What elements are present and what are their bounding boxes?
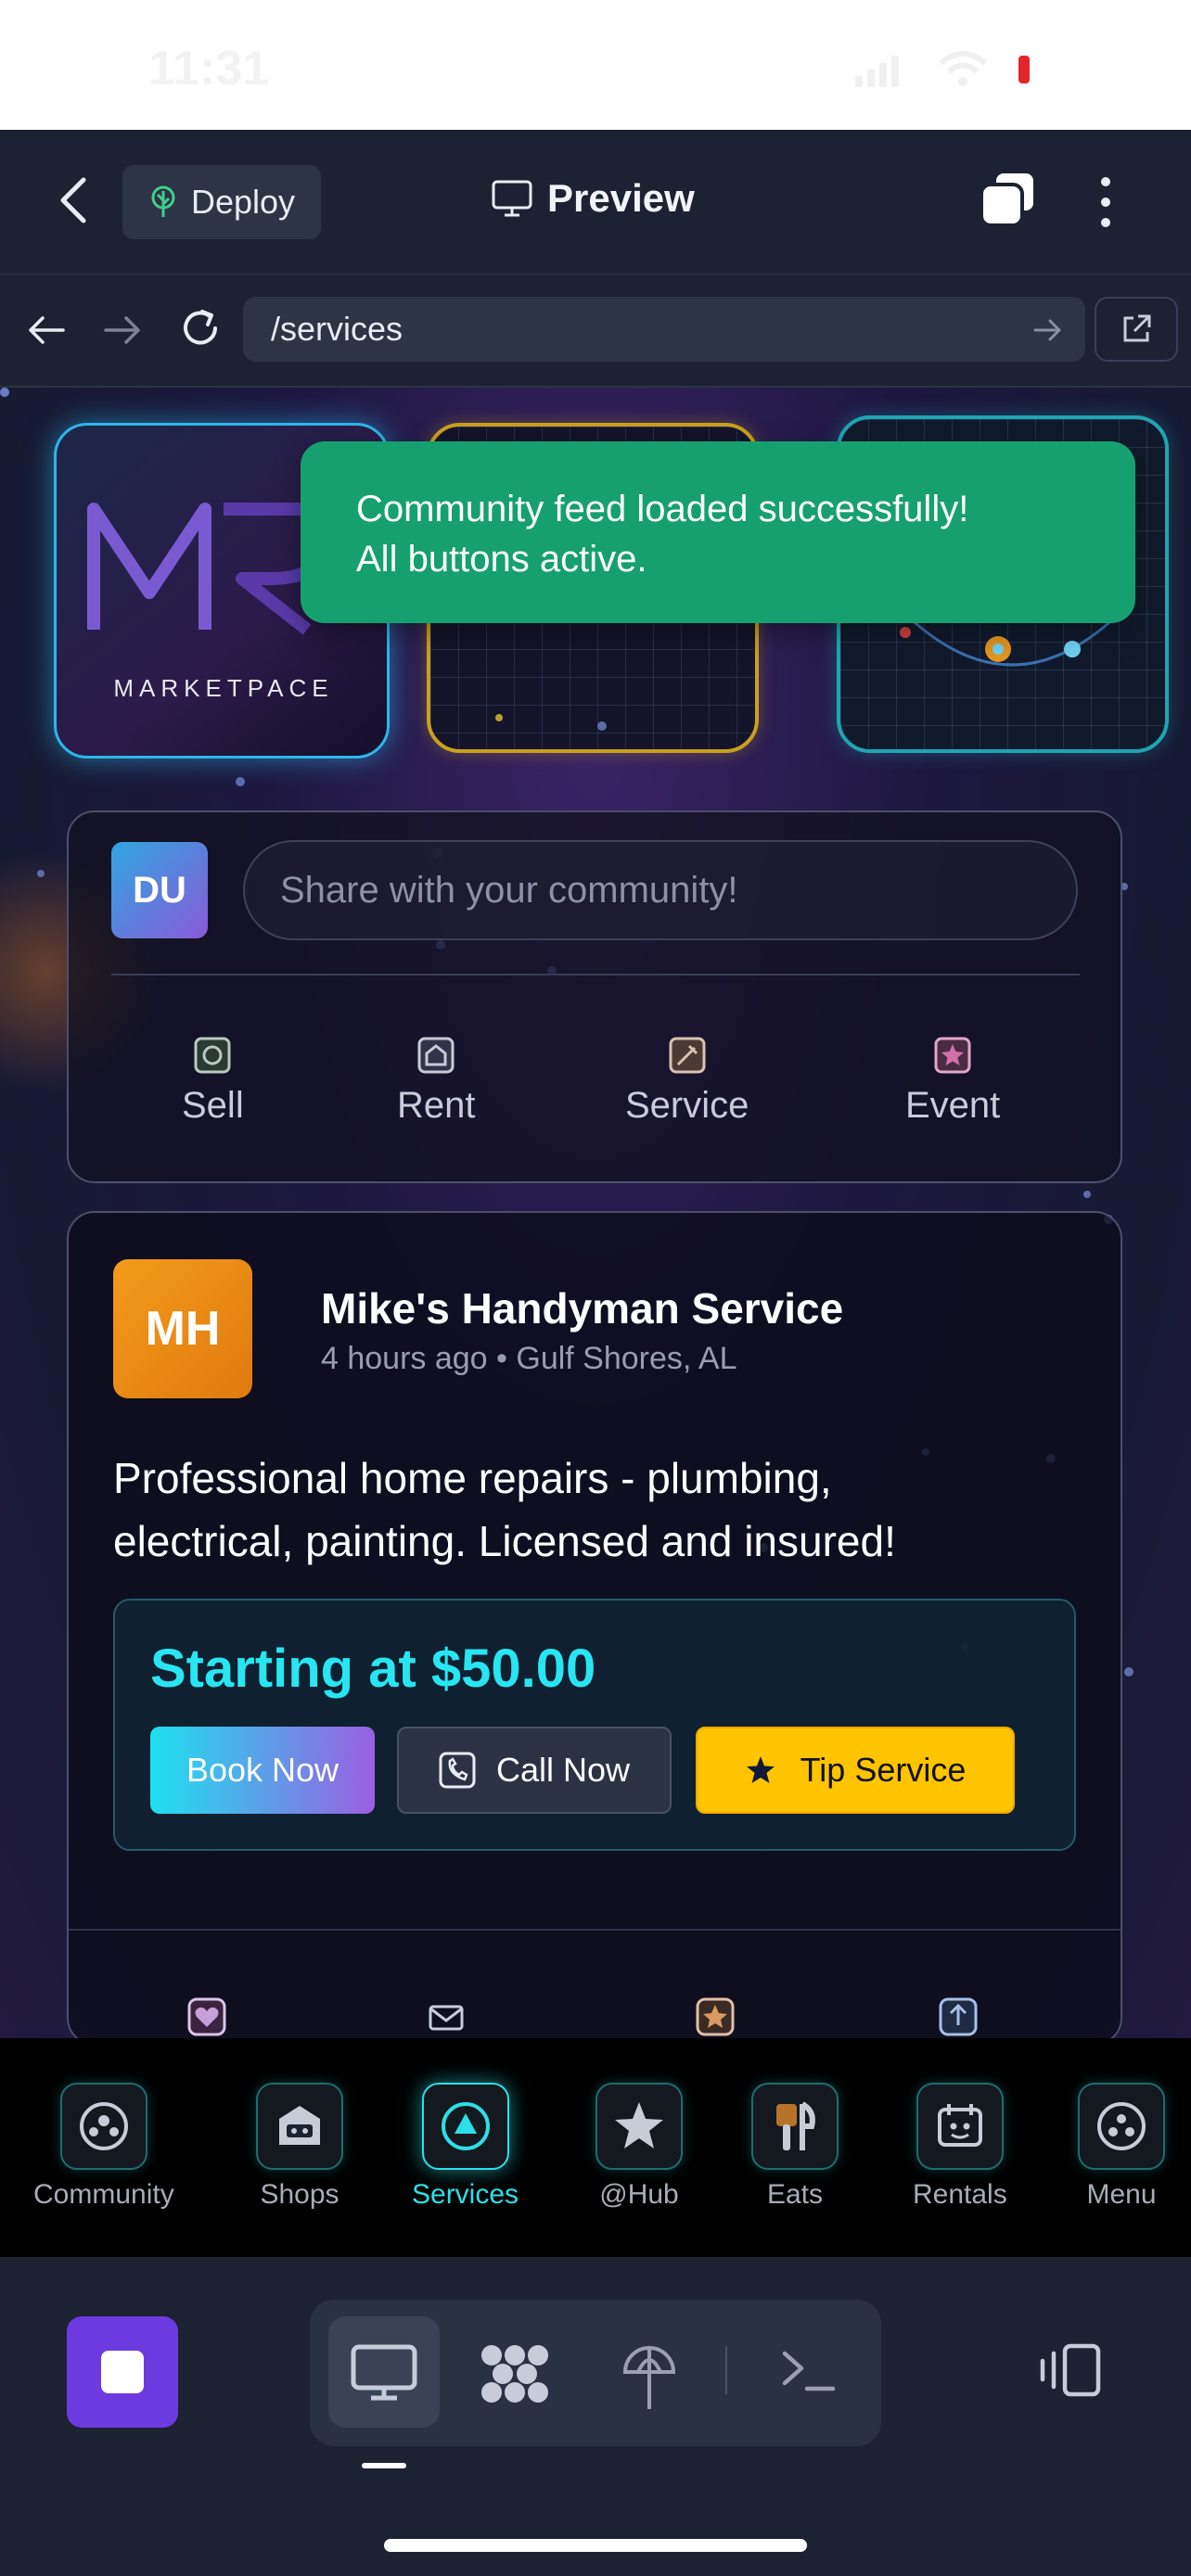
tools-icon: [669, 1037, 706, 1074]
tag-icon: [194, 1037, 231, 1074]
browser-forward-icon[interactable]: [102, 313, 143, 347]
tabs-stack-icon[interactable]: [980, 172, 1035, 227]
reload-icon[interactable]: [178, 306, 223, 351]
post-author-avatar[interactable]: MH: [113, 1259, 252, 1398]
wifi-icon: [939, 51, 987, 86]
action-event-button[interactable]: Event: [905, 1037, 1000, 1127]
open-external-button[interactable]: [1095, 297, 1178, 362]
url-input[interactable]: /services: [243, 297, 1085, 362]
tip-service-button[interactable]: Tip Service: [696, 1727, 1015, 1814]
heart-icon[interactable]: [187, 1997, 226, 2036]
tab-rentals-label: Rentals: [913, 2179, 1007, 2210]
star-icon: [934, 1037, 971, 1074]
action-sell-label: Sell: [182, 1085, 244, 1126]
deploy-tree-icon[interactable]: [620, 2339, 679, 2411]
compose-input[interactable]: Share with your community!: [243, 840, 1078, 940]
tab-community-label: Community: [33, 2179, 174, 2210]
post-body-line-1: Professional home repairs - plumbing,: [113, 1454, 832, 1502]
book-now-button[interactable]: Book Now: [150, 1727, 375, 1814]
menu-icon: [1097, 2102, 1146, 2150]
post-meta: 4 hours ago • Gulf Shores, AL: [321, 1341, 737, 1376]
battery-icon: [1018, 56, 1030, 83]
action-event-label: Event: [905, 1085, 1001, 1126]
phone-icon: [439, 1752, 476, 1789]
tab-eats[interactable]: Eats: [751, 2083, 839, 2211]
tab-community[interactable]: Community: [33, 2083, 174, 2211]
stop-button[interactable]: [67, 2316, 178, 2428]
more-options-icon[interactable]: [1095, 174, 1117, 230]
back-chevron-icon[interactable]: [56, 176, 93, 224]
tab-eats-label: Eats: [766, 2179, 824, 2210]
deploy-tree-icon: [151, 185, 175, 217]
preview-label: Preview: [547, 176, 695, 220]
call-now-button[interactable]: Call Now: [397, 1727, 672, 1814]
tab-shops[interactable]: Shops: [256, 2083, 343, 2211]
tab-services-label: Services: [412, 2179, 519, 2210]
post-footer-divider: [69, 1929, 1121, 1931]
monitor-icon[interactable]: [351, 2344, 417, 2402]
cellular-signal-icon: [855, 56, 899, 87]
active-view-indicator: [362, 2463, 406, 2468]
call-now-label: Call Now: [495, 1751, 631, 1789]
home-indicator: [384, 2539, 807, 2552]
calendar-icon: [937, 2104, 982, 2147]
toast-line-1: Community feed loaded successfully!: [356, 489, 969, 529]
star-icon: [615, 2102, 663, 2149]
tab-shops-label: Shops: [260, 2179, 339, 2210]
deploy-label: Deploy: [190, 183, 296, 221]
shop-icon: [279, 2106, 320, 2145]
monitor-icon: [492, 180, 532, 217]
user-avatar[interactable]: DU: [111, 842, 208, 938]
star-icon: [746, 1756, 775, 1783]
house-icon: [417, 1037, 455, 1074]
preview-title: Preview: [492, 176, 695, 221]
workspace-grid-icon[interactable]: [479, 2342, 551, 2405]
price-label: Starting at $50.00: [150, 1639, 596, 1699]
action-service-button[interactable]: Service: [625, 1037, 749, 1127]
mail-icon[interactable]: [427, 1997, 466, 2036]
stop-icon: [101, 2351, 144, 2393]
community-icon: [79, 2102, 128, 2150]
success-toast: Community feed loaded successfully! All …: [301, 441, 1135, 623]
deploy-button[interactable]: Deploy: [122, 165, 321, 239]
composer-divider: [111, 974, 1080, 976]
action-rent-button[interactable]: Rent: [397, 1037, 476, 1127]
status-time: 11:31: [148, 42, 270, 96]
post-body-line-2: electrical, painting. Licensed and insur…: [113, 1517, 896, 1565]
device-toggle-icon[interactable]: [1037, 2342, 1104, 2398]
share-icon[interactable]: [939, 1997, 978, 2036]
tip-service-label: Tip Service: [800, 1751, 967, 1789]
action-service-label: Service: [625, 1085, 749, 1126]
utensils-icon: [776, 2101, 815, 2150]
external-link-icon: [1123, 314, 1151, 342]
services-icon: [441, 2102, 490, 2150]
browser-back-icon[interactable]: [26, 313, 67, 347]
star-icon[interactable]: [696, 1997, 735, 2036]
tab-services[interactable]: Services: [412, 2083, 519, 2211]
terminal-icon[interactable]: [781, 2348, 837, 2394]
marketplace-logo-text: MARKETPACE: [113, 674, 334, 702]
tab-hub[interactable]: @Hub: [596, 2083, 683, 2211]
tab-menu[interactable]: Menu: [1078, 2083, 1165, 2211]
status-bar: 11:31: [0, 0, 1191, 130]
action-sell-button[interactable]: Sell: [182, 1037, 244, 1127]
post-body: Professional home repairs - plumbing, el…: [113, 1447, 1041, 1573]
view-switcher-divider: [725, 2346, 727, 2394]
action-rent-label: Rent: [397, 1085, 476, 1126]
tab-hub-label: @Hub: [599, 2179, 679, 2210]
tab-rentals[interactable]: Rentals: [913, 2083, 1007, 2211]
tab-menu-label: Menu: [1086, 2179, 1157, 2210]
url-go-arrow-icon[interactable]: [1033, 317, 1063, 343]
post-author-name[interactable]: Mike's Handyman Service: [321, 1283, 843, 1333]
toast-line-2: All buttons active.: [356, 539, 647, 580]
